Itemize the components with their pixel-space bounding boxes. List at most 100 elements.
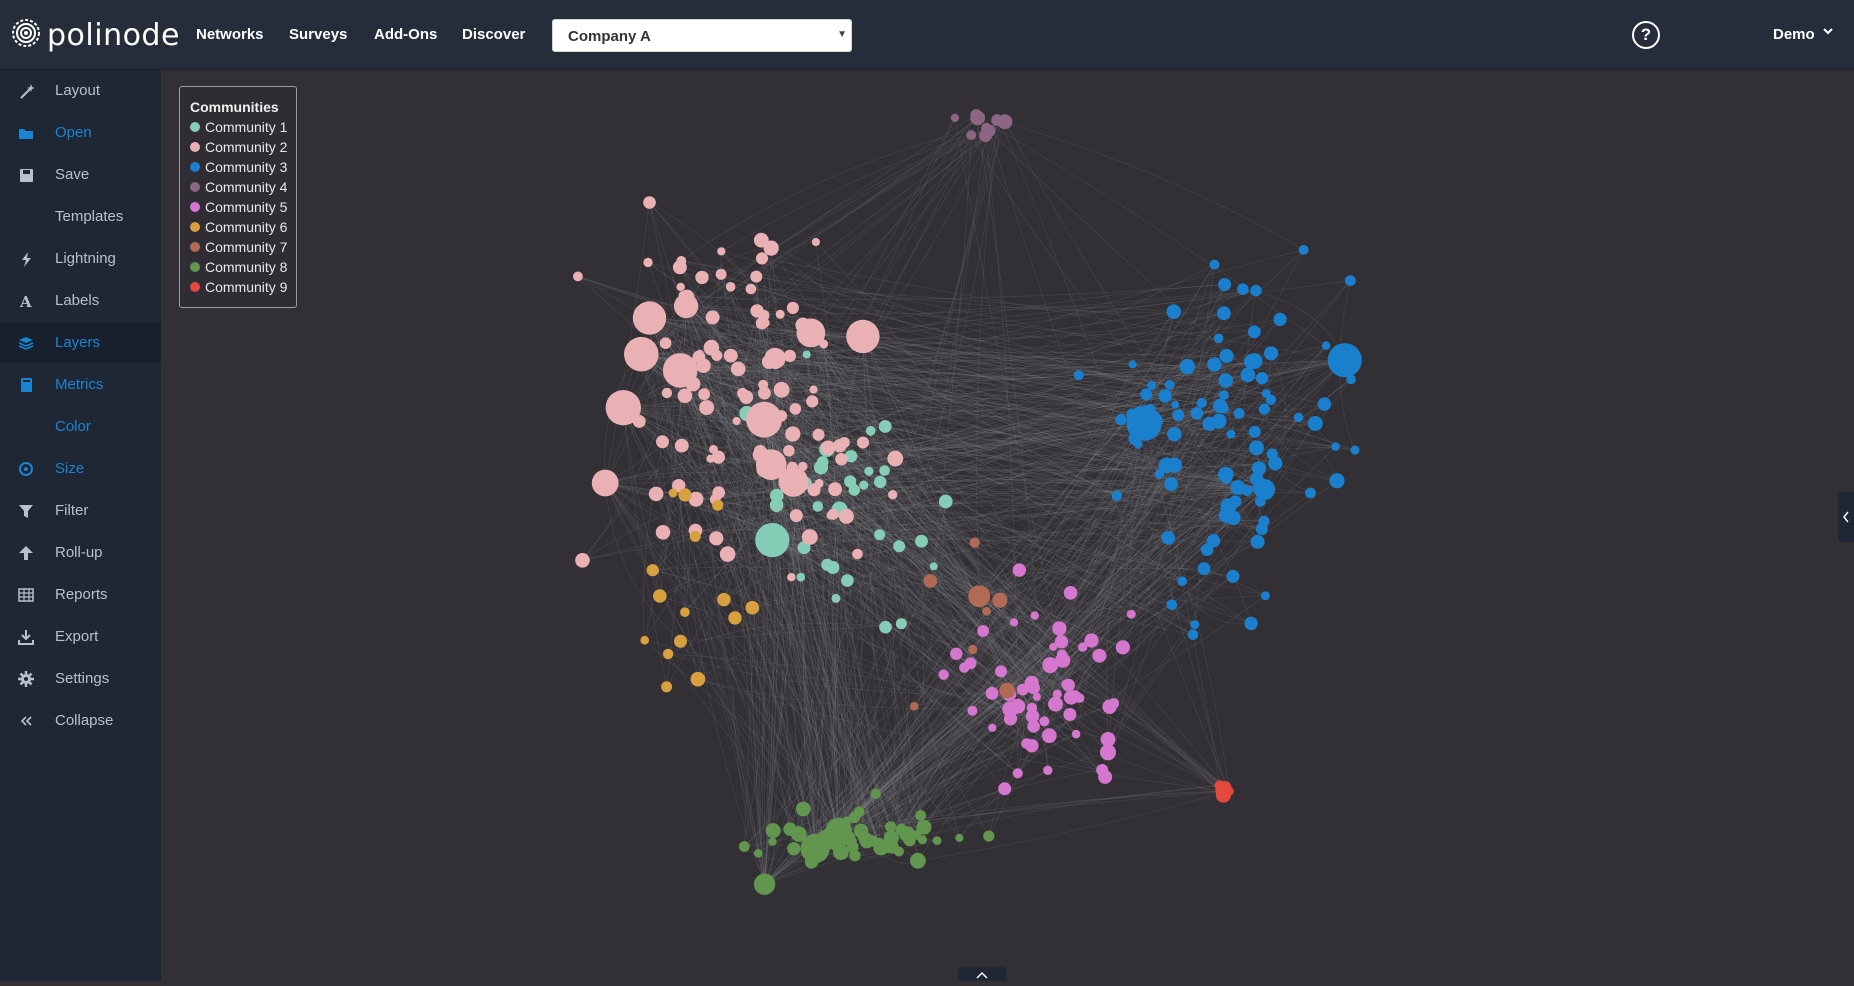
network-node[interactable] [1305,487,1316,499]
network-node[interactable] [1049,642,1058,651]
network-node[interactable] [1071,729,1081,739]
network-node[interactable] [982,606,991,616]
network-node[interactable] [879,465,890,476]
network-node[interactable] [783,349,797,362]
network-node[interactable] [879,620,892,634]
network-node[interactable] [695,270,709,285]
network-node[interactable] [739,390,754,404]
network-node[interactable] [755,523,790,558]
network-node[interactable] [763,240,779,256]
network-node[interactable] [692,350,706,364]
network-node[interactable] [977,625,989,637]
network-node[interactable] [723,348,738,363]
sidebar-item-settings[interactable]: Settings [0,659,161,699]
network-node[interactable] [591,469,619,497]
network-node[interactable] [798,461,808,472]
network-node[interactable] [831,593,841,603]
network-node[interactable] [910,852,926,869]
network-node[interactable] [1213,333,1224,344]
network-node[interactable] [786,301,800,314]
network-node[interactable] [1030,611,1039,620]
network-node[interactable] [1293,412,1304,423]
network-node[interactable] [1331,442,1340,451]
network-node[interactable] [1219,390,1229,400]
sidebar-item-filter[interactable]: Filter [0,491,161,531]
network-node[interactable] [678,291,687,300]
network-node[interactable] [1219,404,1229,414]
network-node[interactable] [753,445,767,458]
legend-item[interactable]: Community 9 [190,277,287,297]
network-node[interactable] [775,410,788,422]
network-node[interactable] [801,529,818,545]
network-node[interactable] [678,488,692,502]
network-node[interactable] [1096,764,1109,776]
network-node[interactable] [865,425,876,436]
network-node[interactable] [831,839,846,854]
network-node[interactable] [795,801,811,817]
sidebar-item-layout[interactable]: Layout [0,71,161,111]
network-node[interactable] [870,788,881,799]
network-node[interactable] [1092,648,1107,663]
network-node[interactable] [820,440,836,456]
network-node[interactable] [1100,732,1116,747]
network-node[interactable] [923,574,938,588]
network-node[interactable] [676,256,687,266]
network-node[interactable] [674,634,687,648]
network-node[interactable] [1266,448,1278,460]
network-node[interactable] [1164,477,1179,491]
network-node[interactable] [1246,353,1263,369]
sidebar-item-export[interactable]: Export [0,617,161,657]
network-node[interactable] [676,282,685,292]
network-node[interactable] [1247,325,1261,339]
network-selector[interactable]: Company A ▼ [552,19,852,52]
network-node[interactable] [968,585,991,608]
network-node[interactable] [893,540,906,553]
network-node[interactable] [950,113,960,122]
network-node[interactable] [969,537,980,548]
network-node[interactable] [854,806,865,817]
network-node[interactable] [1179,358,1195,375]
network-node[interactable] [1167,427,1182,442]
network-node[interactable] [1345,275,1356,286]
network-node[interactable] [725,282,736,292]
network-node[interactable] [1250,284,1262,297]
network-node[interactable] [1207,357,1222,372]
network-node[interactable] [648,486,664,502]
network-node[interactable] [625,347,639,362]
nav-networks[interactable]: Networks [196,26,264,43]
network-node[interactable] [1218,373,1234,388]
network-node[interactable] [1003,712,1018,726]
network-node[interactable] [1233,408,1245,419]
network-node[interactable] [838,508,854,524]
network-node[interactable] [873,840,889,856]
network-node[interactable] [1209,259,1220,270]
network-node[interactable] [1012,768,1023,779]
network-node[interactable] [1055,652,1071,668]
network-node[interactable] [787,842,801,856]
network-node[interactable] [826,561,840,574]
network-node[interactable] [796,572,806,582]
network-node[interactable] [915,810,926,821]
legend-item[interactable]: Community 1 [190,117,287,137]
sidebar-item-reports[interactable]: Reports [0,575,161,615]
network-node[interactable] [1111,490,1123,501]
network-node[interactable] [1258,403,1270,415]
network-node[interactable] [717,247,726,256]
bottom-panel-toggle[interactable] [958,967,1006,981]
network-node[interactable] [755,252,769,265]
legend-item[interactable]: Community 5 [190,197,287,217]
network-node[interactable] [828,482,842,497]
network-node[interactable] [656,435,669,449]
network-node[interactable] [835,453,848,466]
network-node[interactable] [745,600,760,615]
sidebar-item-templates[interactable]: Templates [0,197,161,237]
network-node[interactable] [789,509,803,523]
sidebar-item-lightning[interactable]: Lightning [0,239,161,279]
network-node[interactable] [1260,591,1270,601]
network-node[interactable] [1063,586,1078,600]
network-node[interactable] [1206,534,1221,548]
sidebar-item-save[interactable]: Save [0,155,161,195]
network-node[interactable] [1147,380,1157,390]
network-node[interactable] [1115,640,1130,655]
network-node[interactable] [1244,616,1258,631]
